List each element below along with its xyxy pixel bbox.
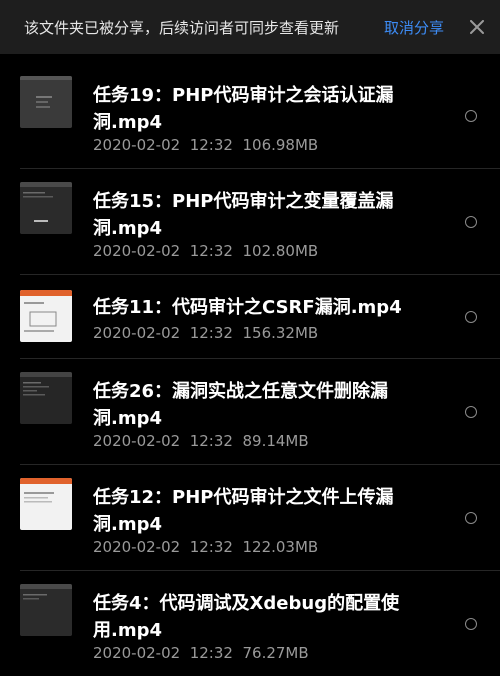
file-item[interactable]: 任务19：PHP代码审计之会话认证漏洞.mp4 2020-02-02 12:32… [0, 62, 500, 168]
share-notice-text: 该文件夹已被分享，后续访问者可同步查看更新 [24, 18, 340, 37]
select-radio[interactable] [465, 618, 477, 630]
video-thumbnail [20, 372, 72, 424]
select-radio[interactable] [465, 311, 477, 323]
file-item[interactable]: 任务4：代码调试及Xdebug的配置使用.mp4 2020-02-02 12:3… [0, 570, 500, 676]
file-item[interactable]: 任务12：PHP代码审计之文件上传漏洞.mp4 2020-02-02 12:32… [0, 464, 500, 570]
video-thumbnail [20, 182, 72, 234]
file-name: 任务11：代码审计之CSRF漏洞.mp4 [93, 297, 402, 318]
file-date: 2020-02-02 12:32 [93, 644, 233, 662]
file-date: 2020-02-02 12:32 [93, 538, 233, 556]
file-name: 任务15：PHP代码审计之变量覆盖漏洞.mp4 [93, 191, 394, 239]
file-size: 156.32MB [242, 324, 319, 342]
file-name: 任务12：PHP代码审计之文件上传漏洞.mp4 [93, 487, 394, 535]
file-item[interactable]: 任务26：漏洞实战之任意文件删除漏洞.mp4 2020-02-02 12:32 … [0, 358, 500, 464]
file-size: 122.03MB [242, 538, 319, 556]
file-date: 2020-02-02 12:32 [93, 432, 233, 450]
video-thumbnail [20, 478, 72, 530]
file-item[interactable]: 任务15：PHP代码审计之变量覆盖漏洞.mp4 2020-02-02 12:32… [0, 168, 500, 274]
file-list: 任务19：PHP代码审计之会话认证漏洞.mp4 2020-02-02 12:32… [0, 62, 500, 676]
file-meta: 2020-02-02 12:32 102.80MB [93, 242, 318, 260]
file-name: 任务4：代码调试及Xdebug的配置使用.mp4 [93, 593, 400, 641]
file-size: 89.14MB [242, 432, 309, 450]
file-name: 任务19：PHP代码审计之会话认证漏洞.mp4 [93, 85, 394, 133]
file-meta: 2020-02-02 12:32 106.98MB [93, 136, 318, 154]
file-name: 任务26：漏洞实战之任意文件删除漏洞.mp4 [93, 381, 389, 429]
share-banner: 该文件夹已被分享，后续访问者可同步查看更新 取消分享 [0, 0, 500, 54]
file-size: 76.27MB [242, 644, 309, 662]
file-date: 2020-02-02 12:32 [93, 324, 233, 342]
cancel-share-button[interactable]: 取消分享 [384, 17, 444, 38]
file-meta: 2020-02-02 12:32 122.03MB [93, 538, 318, 556]
file-item[interactable]: 任务11：代码审计之CSRF漏洞.mp4 2020-02-02 12:32 15… [0, 274, 500, 358]
file-size: 102.80MB [242, 242, 319, 260]
select-radio[interactable] [465, 216, 477, 228]
file-meta: 2020-02-02 12:32 156.32MB [93, 324, 318, 342]
video-thumbnail [20, 76, 72, 128]
file-date: 2020-02-02 12:32 [93, 242, 233, 260]
file-meta: 2020-02-02 12:32 89.14MB [93, 432, 309, 450]
close-icon[interactable] [466, 16, 488, 38]
select-radio[interactable] [465, 406, 477, 418]
video-thumbnail [20, 584, 72, 636]
file-meta: 2020-02-02 12:32 76.27MB [93, 644, 309, 662]
file-size: 106.98MB [242, 136, 319, 154]
file-date: 2020-02-02 12:32 [93, 136, 233, 154]
select-radio[interactable] [465, 512, 477, 524]
video-thumbnail [20, 290, 72, 342]
select-radio[interactable] [465, 110, 477, 122]
